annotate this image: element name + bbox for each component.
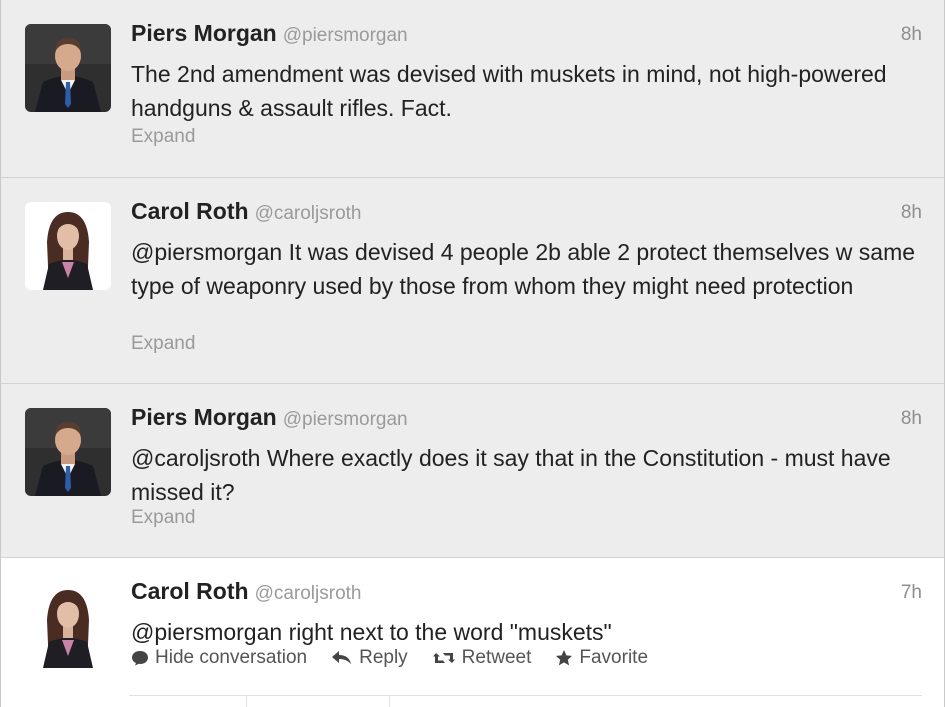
tweet-item[interactable]: Carol Roth @caroljsroth 8h @piersmorgan I…	[1, 178, 944, 384]
tweet-item[interactable]: Piers Morgan @piersmorgan 8h @caroljsroth…	[1, 384, 944, 558]
tweet-header: Piers Morgan @piersmorgan 8h	[131, 20, 922, 50]
favorite-label: Favorite	[579, 647, 649, 668]
username[interactable]: @caroljsroth	[255, 583, 362, 604]
expand-link[interactable]: Expand	[131, 333, 195, 355]
avatar[interactable]	[25, 24, 111, 112]
fullname[interactable]: Carol Roth	[131, 198, 249, 224]
tweet-text: @piersmorgan right next to the word "mus…	[131, 619, 612, 645]
tweet-timeline: Piers Morgan @piersmorgan 8h The 2nd amen…	[0, 0, 945, 707]
hide-conversation-label: Hide conversation	[155, 647, 308, 668]
retweet-button[interactable]: Retweet	[432, 647, 532, 669]
tweet-header: Piers Morgan @piersmorgan 8h	[131, 404, 922, 434]
expand-link[interactable]: Expand	[131, 507, 195, 529]
retweet-icon	[432, 653, 455, 663]
favorite-button[interactable]: Favorite	[555, 647, 648, 669]
tweet-text: @piersmorgan It was devised 4 people 2b …	[131, 239, 916, 299]
divider	[129, 695, 922, 696]
tweet-text: @caroljsroth Where exactly does it say t…	[131, 445, 891, 505]
tweet-header: Carol Roth @caroljsroth 8h	[131, 198, 922, 228]
reply-arrow-icon	[332, 651, 352, 664]
reply-button[interactable]: Reply	[331, 647, 408, 669]
avatar[interactable]	[25, 408, 111, 496]
divider	[389, 695, 390, 707]
avatar-woman-icon	[25, 580, 111, 668]
username[interactable]: @piersmorgan	[283, 409, 408, 430]
avatar[interactable]	[25, 202, 111, 290]
tweet-text: The 2nd amendment was devised with muske…	[131, 61, 887, 121]
expand-link[interactable]: Expand	[131, 126, 195, 148]
fullname[interactable]: Carol Roth	[131, 578, 249, 604]
username[interactable]: @caroljsroth	[255, 203, 362, 224]
timestamp[interactable]: 8h	[901, 24, 922, 46]
avatar-man-icon	[25, 408, 111, 496]
avatar[interactable]	[25, 580, 111, 668]
reply-label: Reply	[359, 647, 408, 668]
divider	[246, 695, 247, 707]
tweet-item-open[interactable]: Carol Roth @caroljsroth 7h @piersmorgan r…	[1, 558, 944, 707]
tweet-header: Carol Roth @caroljsroth 7h	[131, 578, 922, 608]
fullname[interactable]: Piers Morgan	[131, 404, 277, 430]
star-icon	[556, 650, 573, 666]
username[interactable]: @piersmorgan	[283, 25, 408, 46]
avatar-woman-icon	[25, 202, 111, 290]
timestamp[interactable]: 8h	[901, 408, 922, 430]
avatar-man-icon	[25, 24, 111, 112]
timestamp[interactable]: 7h	[901, 582, 922, 604]
tweet-item[interactable]: Piers Morgan @piersmorgan 8h The 2nd amen…	[1, 0, 944, 178]
hide-conversation-button[interactable]: Hide conversation	[131, 647, 307, 669]
fullname[interactable]: Piers Morgan	[131, 20, 277, 46]
retweet-label: Retweet	[461, 647, 532, 668]
tweet-actions: Hide conversation Reply Retweet Favorite	[131, 647, 648, 669]
timestamp[interactable]: 8h	[901, 202, 922, 224]
speech-bubble-icon	[132, 651, 148, 666]
